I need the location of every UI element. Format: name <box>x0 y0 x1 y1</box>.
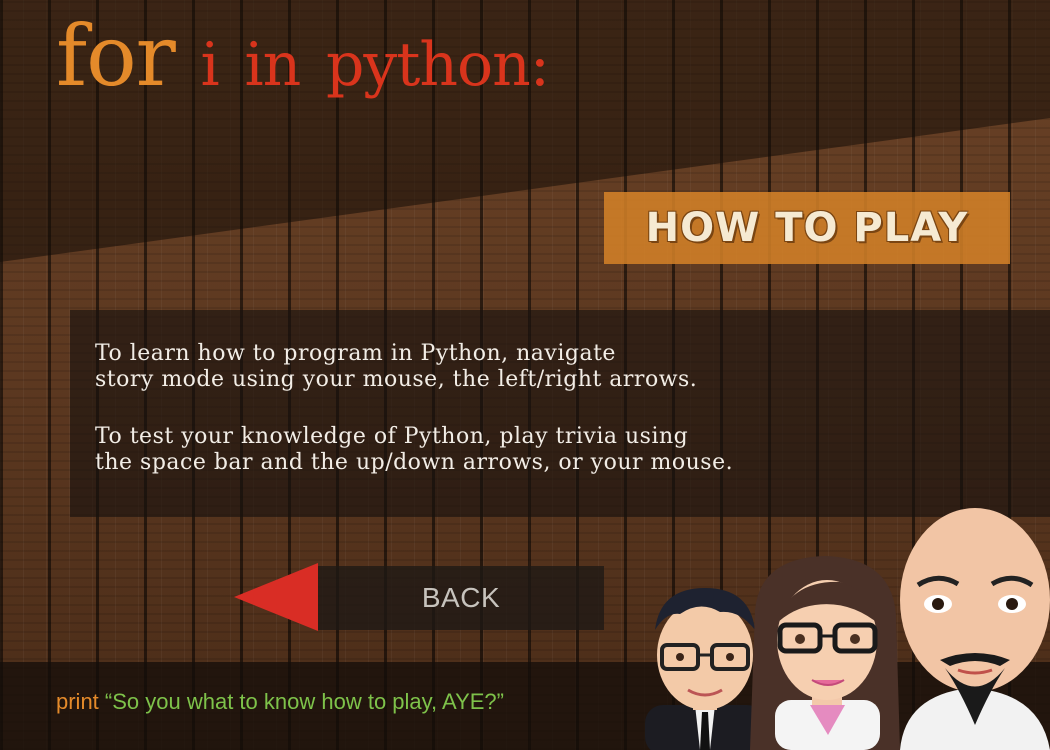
dialogue-keyword: print <box>56 689 99 714</box>
dialogue-text: print “So you what to know how to play, … <box>56 689 504 715</box>
instructions-trivia: To test your knowledge of Python, play t… <box>95 424 733 476</box>
character-bald-man <box>900 508 1050 750</box>
back-button[interactable]: BACK <box>318 566 604 630</box>
instruction-line: To test your knowledge of Python, play t… <box>95 424 689 449</box>
dialogue-message: “So you what to know how to play, AYE?” <box>104 689 504 714</box>
characters-illustration <box>645 508 1050 750</box>
title-word-for: for <box>56 7 176 105</box>
instruction-line: the space bar and the up/down arrows, or… <box>95 450 734 475</box>
back-arrow-icon[interactable] <box>234 563 318 631</box>
game-screen: for i in python: HOW TO PLAY To learn ho… <box>0 0 1050 750</box>
title-word-i: i <box>200 30 220 100</box>
game-title: for i in python: <box>56 14 550 100</box>
how-to-play-heading: HOW TO PLAY <box>645 205 969 251</box>
title-word-in: in <box>244 30 301 100</box>
instruction-line: story mode using your mouse, the left/ri… <box>95 367 698 392</box>
instruction-line: To learn how to program in Python, navig… <box>95 341 616 366</box>
title-word-python: python: <box>325 30 550 100</box>
how-to-play-banner: HOW TO PLAY <box>604 192 1010 264</box>
character-woman <box>750 556 900 750</box>
back-button-label: BACK <box>421 582 501 613</box>
instructions-panel: To learn how to program in Python, navig… <box>70 310 1050 517</box>
character-boy <box>645 588 765 750</box>
instructions-story-mode: To learn how to program in Python, navig… <box>95 341 697 393</box>
